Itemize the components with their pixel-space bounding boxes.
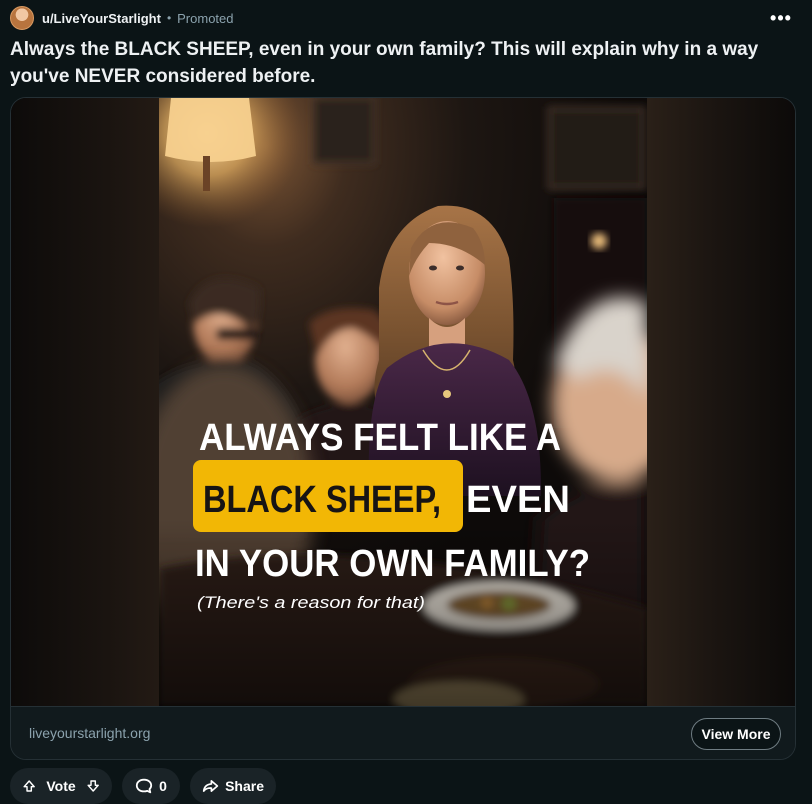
post-header: u/LiveYourStarlight • Promoted ••• <box>10 5 802 31</box>
view-more-button[interactable]: View More <box>691 718 781 750</box>
media-blur-right <box>647 98 795 706</box>
comment-icon <box>135 778 153 794</box>
promoted-label: Promoted <box>177 10 234 26</box>
vote-label: Vote <box>46 778 76 794</box>
wall-frame-center <box>312 98 376 165</box>
background-light <box>591 233 607 249</box>
lamp-stand <box>203 156 210 191</box>
wall-frame-right <box>547 106 646 190</box>
share-label: Share <box>225 778 264 794</box>
avatar[interactable] <box>10 6 34 30</box>
ad-caption: (There's a reason for that) <box>197 593 425 612</box>
more-options-button[interactable]: ••• <box>768 5 794 31</box>
action-bar: Vote 0 Share <box>10 768 276 804</box>
media-stage: ALWAYS FELT LIKE A BLACK SHEEP, EVEN IN … <box>11 98 795 706</box>
separator-dot: • <box>166 11 172 25</box>
ad-headline-line1: ALWAYS FELT LIKE A <box>199 417 561 459</box>
ad-headline-line3: IN YOUR OWN FAMILY? <box>195 543 590 585</box>
more-options-icon: ••• <box>770 7 792 28</box>
link-domain[interactable]: liveyourstarlight.org <box>29 725 150 741</box>
media-blur-left <box>11 98 159 706</box>
share-icon <box>202 780 219 792</box>
comment-count: 0 <box>159 778 167 794</box>
post-title[interactable]: Always the BLACK SHEEP, even in your own… <box>10 36 790 90</box>
ad-headline-highlight-text: BLACK SHEEP, <box>203 479 441 521</box>
link-footer[interactable]: liveyourstarlight.org View More <box>11 706 795 759</box>
media-card[interactable]: ALWAYS FELT LIKE A BLACK SHEEP, EVEN IN … <box>10 97 796 760</box>
ad-image[interactable]: ALWAYS FELT LIKE A BLACK SHEEP, EVEN IN … <box>159 98 647 706</box>
ad-headline-line2: EVEN <box>466 479 570 521</box>
vote-control: Vote <box>10 768 112 804</box>
downvote-icon[interactable] <box>86 777 100 795</box>
share-button[interactable]: Share <box>190 768 276 804</box>
comments-button[interactable]: 0 <box>122 768 180 804</box>
username[interactable]: u/LiveYourStarlight <box>42 11 161 26</box>
upvote-icon[interactable] <box>22 777 36 795</box>
lamp-shade <box>165 98 256 162</box>
